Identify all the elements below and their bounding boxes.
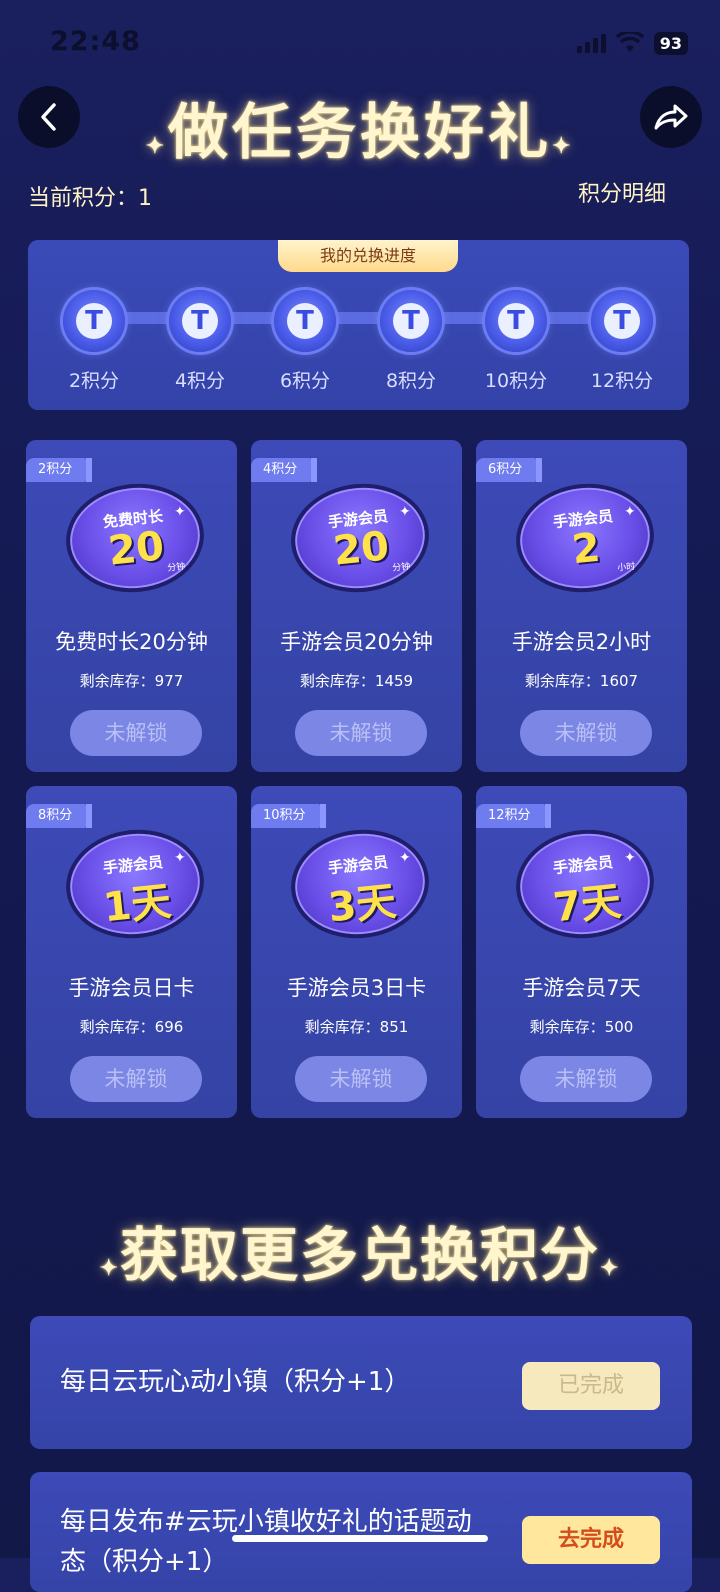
reward-title: 手游会员日卡: [68, 976, 195, 1000]
sparkle-icon: ✦: [174, 850, 186, 866]
points-cost-badge: 4积分: [251, 458, 318, 482]
progress-node-label: 4积分: [174, 370, 226, 392]
points-cost-badge: 10积分: [251, 804, 326, 828]
progress-node: T: [169, 290, 231, 352]
cellular-signal-icon: [576, 33, 606, 53]
locked-button[interactable]: 未解锁: [520, 1056, 652, 1102]
locked-button[interactable]: 未解锁: [70, 1056, 202, 1102]
progress-node-label: 12积分: [590, 370, 654, 392]
task-card: 每日发布#云玩小镇收好礼的话题动 态（积分+1） 去完成: [30, 1472, 692, 1592]
points-detail-link[interactable]: 积分明细: [578, 176, 666, 208]
progress-node: T: [485, 290, 547, 352]
progress-node-label: 2积分: [68, 370, 120, 392]
reward-stock: 剩余库存：977: [79, 672, 184, 690]
reward-card: 6积分 手游会员 2 小时 ✦ 手游会员2小时 剩余库存：1607 未解锁: [476, 440, 687, 772]
sparkle-icon: ✦: [600, 1255, 621, 1281]
battery-indicator: 93: [653, 31, 688, 55]
wifi-icon: [615, 32, 644, 52]
exchange-progress-card: 我的兑换进度 T T T T T T 2积分 4积分 6积分 8积分 10积分 …: [28, 240, 689, 410]
share-icon: [654, 104, 688, 130]
progress-node: T: [380, 290, 442, 352]
progress-node: T: [63, 290, 125, 352]
section-title: ✦获取更多兑换积分✦: [99, 1221, 621, 1289]
sparkle-icon: ✦: [174, 504, 186, 520]
reward-stock: 剩余库存：851: [304, 1018, 409, 1036]
reward-card: 10积分 手游会员 3天 ✦ 手游会员3日卡 剩余库存：851 未解锁: [251, 786, 462, 1118]
reward-stock: 剩余库存：1607: [524, 672, 639, 690]
reward-medal: 手游会员 3天: [285, 823, 435, 945]
reward-title: 手游会员2小时: [511, 630, 652, 654]
sparkle-icon: ✦: [399, 850, 411, 866]
sparkle-icon: ✦: [624, 850, 636, 866]
reward-medal: 免费时长 20 分钟: [60, 477, 210, 599]
task-card: 每日云玩心动小镇（积分+1） 已完成: [30, 1316, 692, 1449]
reward-stock: 剩余库存：1459: [299, 672, 414, 690]
locked-button[interactable]: 未解锁: [295, 710, 427, 756]
reward-stock: 剩余库存：500: [529, 1018, 634, 1036]
reward-title: 手游会员3日卡: [286, 976, 427, 1000]
reward-stock: 剩余库存：696: [79, 1018, 184, 1036]
progress-node: T: [591, 290, 653, 352]
reward-title: 免费时长20分钟: [55, 630, 208, 654]
reward-medal: 手游会员 1天: [60, 823, 210, 945]
locked-button[interactable]: 未解锁: [520, 710, 652, 756]
points-cost-badge: 8积分: [26, 804, 93, 828]
completed-button[interactable]: 已完成: [522, 1362, 660, 1410]
home-indicator: [232, 1535, 488, 1542]
go-complete-button[interactable]: 去完成: [522, 1516, 660, 1564]
sparkle-icon: ✦: [99, 1255, 120, 1281]
reward-medal: 手游会员 2 小时: [510, 477, 660, 599]
locked-button[interactable]: 未解锁: [295, 1056, 427, 1102]
status-time: 22:48: [50, 26, 141, 57]
reward-title: 手游会员20分钟: [280, 630, 433, 654]
reward-medal: 手游会员 7天: [510, 823, 660, 945]
task-text: 每日发布#云玩小镇收好礼的话题动 态（积分+1）: [60, 1507, 472, 1577]
sparkle-icon: ✦: [624, 504, 636, 520]
locked-button[interactable]: 未解锁: [70, 710, 202, 756]
sparkle-icon: ✦: [145, 133, 168, 159]
reward-card: 4积分 手游会员 20 分钟 ✦ 手游会员20分钟 剩余库存：1459 未解锁: [251, 440, 462, 772]
sparkle-icon: ✦: [552, 133, 575, 159]
reward-card: 12积分 手游会员 7天 ✦ 手游会员7天 剩余库存：500 未解锁: [476, 786, 687, 1118]
current-points: 当前积分：1: [28, 186, 152, 211]
reward-title: 手游会员7天: [522, 976, 641, 1000]
status-icons: 93: [576, 30, 688, 56]
reward-medal: 手游会员 20 分钟: [285, 477, 435, 599]
progress-node-label: 10积分: [484, 370, 548, 392]
reward-card: 8积分 手游会员 1天 ✦ 手游会员日卡 剩余库存：696 未解锁: [26, 786, 237, 1118]
sparkle-icon: ✦: [399, 504, 411, 520]
progress-node-label: 8积分: [385, 370, 437, 392]
points-cost-badge: 6积分: [476, 458, 543, 482]
reward-card: 2积分 免费时长 20 分钟 ✦ 免费时长20分钟 剩余库存：977 未解锁: [26, 440, 237, 772]
points-cost-badge: 2积分: [26, 458, 93, 482]
points-cost-badge: 12积分: [476, 804, 551, 828]
progress-node-label: 6积分: [279, 370, 331, 392]
share-button[interactable]: [640, 86, 702, 148]
progress-tab: 我的兑换进度: [278, 240, 458, 272]
task-text: 每日云玩心动小镇（积分+1）: [60, 1367, 411, 1397]
progress-node: T: [274, 290, 336, 352]
page-title: ✦做任务换好礼✦: [145, 98, 575, 168]
